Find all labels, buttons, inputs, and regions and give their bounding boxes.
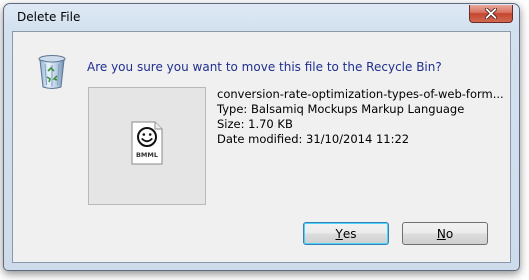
dialog-body: Are you sure you want to move this file … (12, 31, 511, 263)
recycle-bin-icon (38, 55, 66, 89)
file-type-label: BMML (136, 151, 158, 159)
yes-label-rest: es (342, 226, 357, 241)
title-bar[interactable]: Delete File (4, 4, 519, 31)
file-size: Size: 1.70 KB (217, 117, 293, 131)
no-button[interactable]: No (402, 222, 488, 245)
window-title: Delete File (17, 10, 81, 24)
close-button[interactable] (469, 5, 513, 23)
file-name: conversion-rate-optimization-types-of-we… (217, 87, 504, 101)
bmml-file-icon: BMML (131, 121, 163, 165)
confirmation-question: Are you sure you want to move this file … (87, 60, 442, 74)
file-details: conversion-rate-optimization-types-of-we… (217, 87, 504, 147)
file-date-modified: Date modified: 31/10/2014 11:22 (217, 132, 410, 146)
yes-button[interactable]: Yes (303, 222, 389, 245)
delete-file-dialog: Delete File Are you sure you want to mov… (3, 3, 520, 271)
close-icon (485, 8, 497, 19)
no-label-rest: o (445, 226, 454, 241)
screen: Delete File Are you sure you want to mov… (0, 0, 529, 280)
file-type: Type: Balsamiq Mockups Markup Language (217, 102, 465, 116)
yes-mnemonic: Y (335, 226, 343, 241)
no-mnemonic: N (436, 226, 446, 241)
